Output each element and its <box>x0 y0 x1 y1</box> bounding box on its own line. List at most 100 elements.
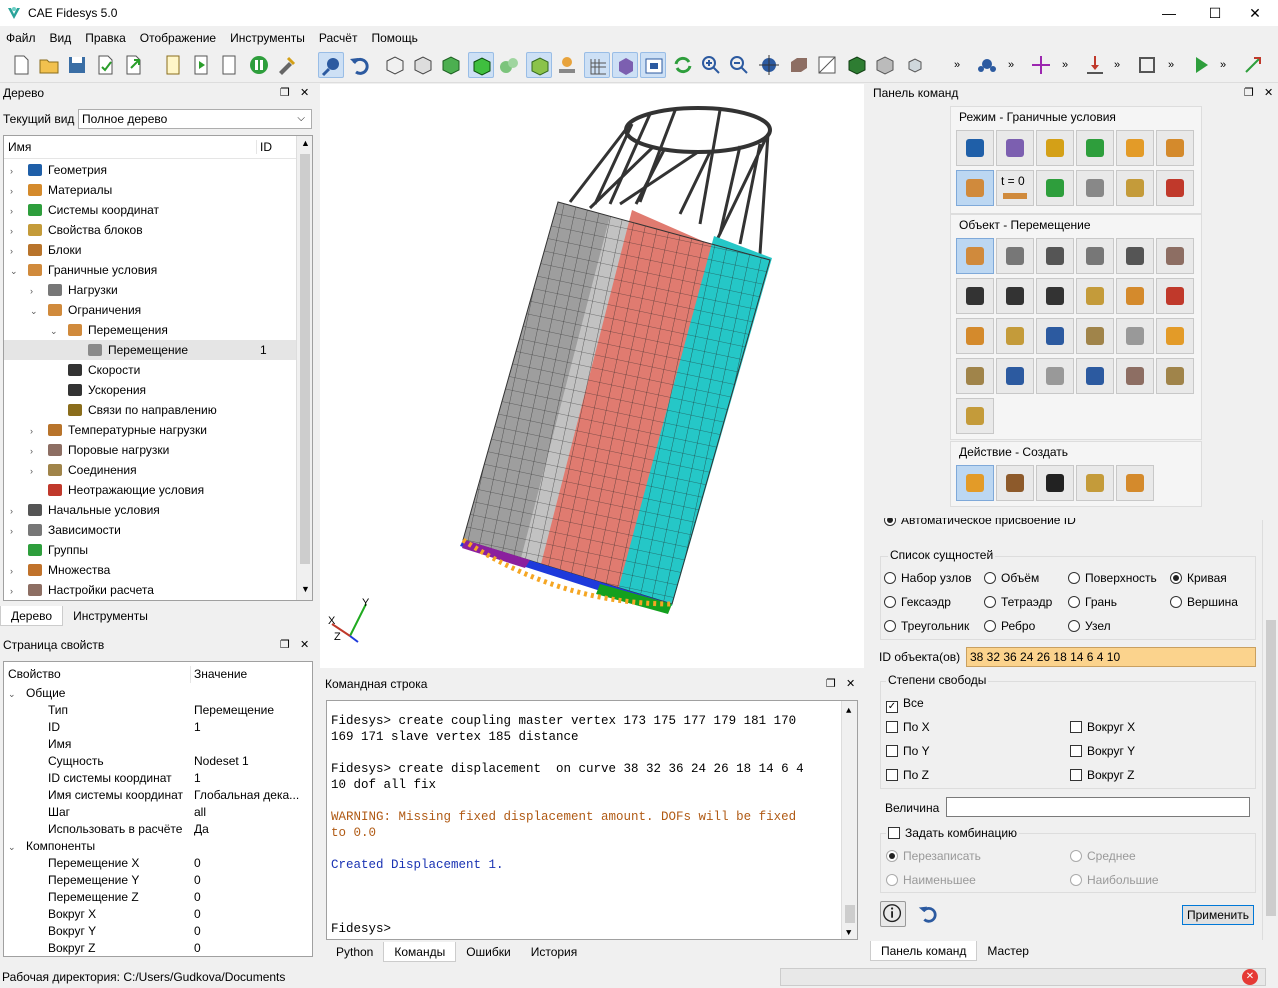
list-icon[interactable] <box>1036 465 1074 501</box>
entity-radio[interactable]: Набор узлов <box>884 571 971 585</box>
tree-item[interactable]: Связи по направлению <box>4 400 296 420</box>
tree-item[interactable]: › Зависимости <box>4 520 296 540</box>
initial-cond-icon[interactable]: t = 0 <box>996 170 1034 206</box>
pore-pressure-icon[interactable] <box>1076 318 1114 354</box>
measure-icon[interactable] <box>814 52 840 78</box>
float-panel-icon[interactable]: ❐ <box>280 86 290 100</box>
expand-icon[interactable]: ⌄ <box>10 261 20 281</box>
expand-icon[interactable]: › <box>10 561 20 581</box>
tab-history[interactable]: История <box>521 942 588 962</box>
component-value[interactable]: 0 <box>194 889 201 906</box>
float-panel-icon[interactable]: ❐ <box>1244 86 1254 100</box>
toolbar-overflow-icon[interactable]: » <box>1008 59 1014 71</box>
tree-item[interactable]: › Множества <box>4 560 296 580</box>
component-value[interactable]: 0 <box>194 940 201 956</box>
tree-item[interactable]: ⌄ Ограничения <box>4 300 296 320</box>
tree-item[interactable]: › Температурные нагрузки <box>4 420 296 440</box>
solid-icon[interactable] <box>844 52 870 78</box>
cluster-icon[interactable] <box>956 398 994 434</box>
expand-icon[interactable]: › <box>10 521 20 541</box>
tab-wizard[interactable]: Мастер <box>977 941 1039 961</box>
apply-button[interactable]: Применить <box>1182 905 1254 925</box>
id-icon[interactable] <box>216 52 242 78</box>
load-arrow-icon[interactable] <box>1082 52 1108 78</box>
window-view-icon[interactable] <box>640 52 666 78</box>
expand-icon[interactable]: ⌄ <box>30 301 40 321</box>
menu-display[interactable]: Отображение <box>134 28 224 46</box>
coupling-icon[interactable] <box>1116 358 1154 394</box>
force-icon[interactable] <box>996 238 1034 274</box>
float-panel-icon[interactable]: ❐ <box>280 638 290 652</box>
pause-icon[interactable] <box>246 52 272 78</box>
error-icon[interactable]: ✕ <box>1242 969 1258 985</box>
zoom-out-icon[interactable] <box>726 52 752 78</box>
magnitude-input[interactable] <box>946 797 1250 817</box>
tree-item[interactable]: › Свойства блоков <box>4 220 296 240</box>
velocity-icon[interactable] <box>956 278 994 314</box>
calc-settings-icon[interactable] <box>1076 170 1114 206</box>
probe-icon[interactable] <box>1156 358 1194 394</box>
prop-value[interactable]: Да <box>194 821 209 838</box>
tree-item[interactable]: Перемещение 1 <box>4 340 296 360</box>
shaded-view-icon[interactable] <box>438 52 464 78</box>
entity-radio[interactable]: Треугольник <box>884 619 969 633</box>
component-value[interactable]: 0 <box>194 906 201 923</box>
menu-file[interactable]: Файл <box>0 28 44 46</box>
radiation-icon[interactable] <box>1116 318 1154 354</box>
prop-value[interactable]: Глобальная дека... <box>194 787 299 804</box>
refresh-icon[interactable] <box>670 52 696 78</box>
combo-min[interactable]: Наименьшее <box>886 873 976 887</box>
expand-icon[interactable]: › <box>10 181 20 201</box>
menu-edit[interactable]: Правка <box>79 28 134 46</box>
run-calc-icon[interactable] <box>1188 52 1214 78</box>
close-panel-icon[interactable]: ✕ <box>300 86 309 100</box>
script-icon[interactable] <box>160 52 186 78</box>
entity-radio[interactable]: Кривая <box>1170 571 1227 585</box>
save-icon[interactable] <box>64 52 90 78</box>
fit-view-icon[interactable] <box>756 52 782 78</box>
tree-item[interactable]: › Нагрузки <box>4 280 296 300</box>
save-as-icon[interactable] <box>92 52 118 78</box>
component-value[interactable]: 0 <box>194 855 201 872</box>
tree-item[interactable]: › Поровые нагрузки <box>4 440 296 460</box>
grid-mode-icon[interactable] <box>1156 130 1194 166</box>
tab-tools[interactable]: Инструменты <box>63 606 158 626</box>
open-folder-icon[interactable] <box>36 52 62 78</box>
expand-icon[interactable]: › <box>10 201 20 221</box>
expand-icon[interactable]: › <box>10 501 20 521</box>
tree-scrollbar[interactable]: ▲ ▼ <box>296 136 312 600</box>
transparent-view-icon[interactable] <box>496 52 522 78</box>
expand-icon[interactable]: › <box>30 421 40 441</box>
tree-item[interactable]: › Геометрия <box>4 160 296 180</box>
close-button[interactable]: ✕ <box>1232 0 1278 26</box>
combo-max[interactable]: Наибольшие <box>1070 873 1159 887</box>
prop-value[interactable]: 1 <box>194 719 201 736</box>
geometry-mode-icon[interactable] <box>956 130 994 166</box>
rotation-icon[interactable] <box>996 358 1034 394</box>
dof-checkbox[interactable]: По X <box>886 720 930 734</box>
tree-item[interactable]: › Системы координат <box>4 200 296 220</box>
axis-z-icon[interactable] <box>1240 52 1266 78</box>
flow-icon[interactable] <box>1036 318 1074 354</box>
block-mode-icon[interactable] <box>1116 130 1154 166</box>
tree-item[interactable]: ⌄ Граничные условия <box>4 260 296 280</box>
entity-radio[interactable]: Гексаэдр <box>884 595 951 609</box>
expand-icon[interactable]: › <box>10 221 20 241</box>
pressure-icon[interactable] <box>1036 238 1074 274</box>
expand-icon[interactable]: › <box>10 161 20 181</box>
contact-icon[interactable] <box>956 358 994 394</box>
coord-mode-icon[interactable] <box>1076 130 1114 166</box>
undo-icon[interactable] <box>346 52 372 78</box>
props-group-general[interactable]: ⌄ Общие <box>8 685 65 702</box>
material-mode-icon[interactable] <box>1036 130 1074 166</box>
edit-icon[interactable] <box>1076 465 1114 501</box>
mesh-mode-icon[interactable] <box>996 130 1034 166</box>
close-panel-icon[interactable]: ✕ <box>1264 86 1273 100</box>
tab-python[interactable]: Python <box>326 942 383 962</box>
sun-icon[interactable] <box>1156 318 1194 354</box>
mesh-view-icon[interactable] <box>526 52 552 78</box>
tree-item[interactable]: Неотражающие условия <box>4 480 296 500</box>
minimize-button[interactable]: — <box>1146 0 1192 26</box>
prop-value[interactable]: Перемещение <box>194 702 274 719</box>
entity-radio[interactable]: Тетраэдр <box>984 595 1052 609</box>
